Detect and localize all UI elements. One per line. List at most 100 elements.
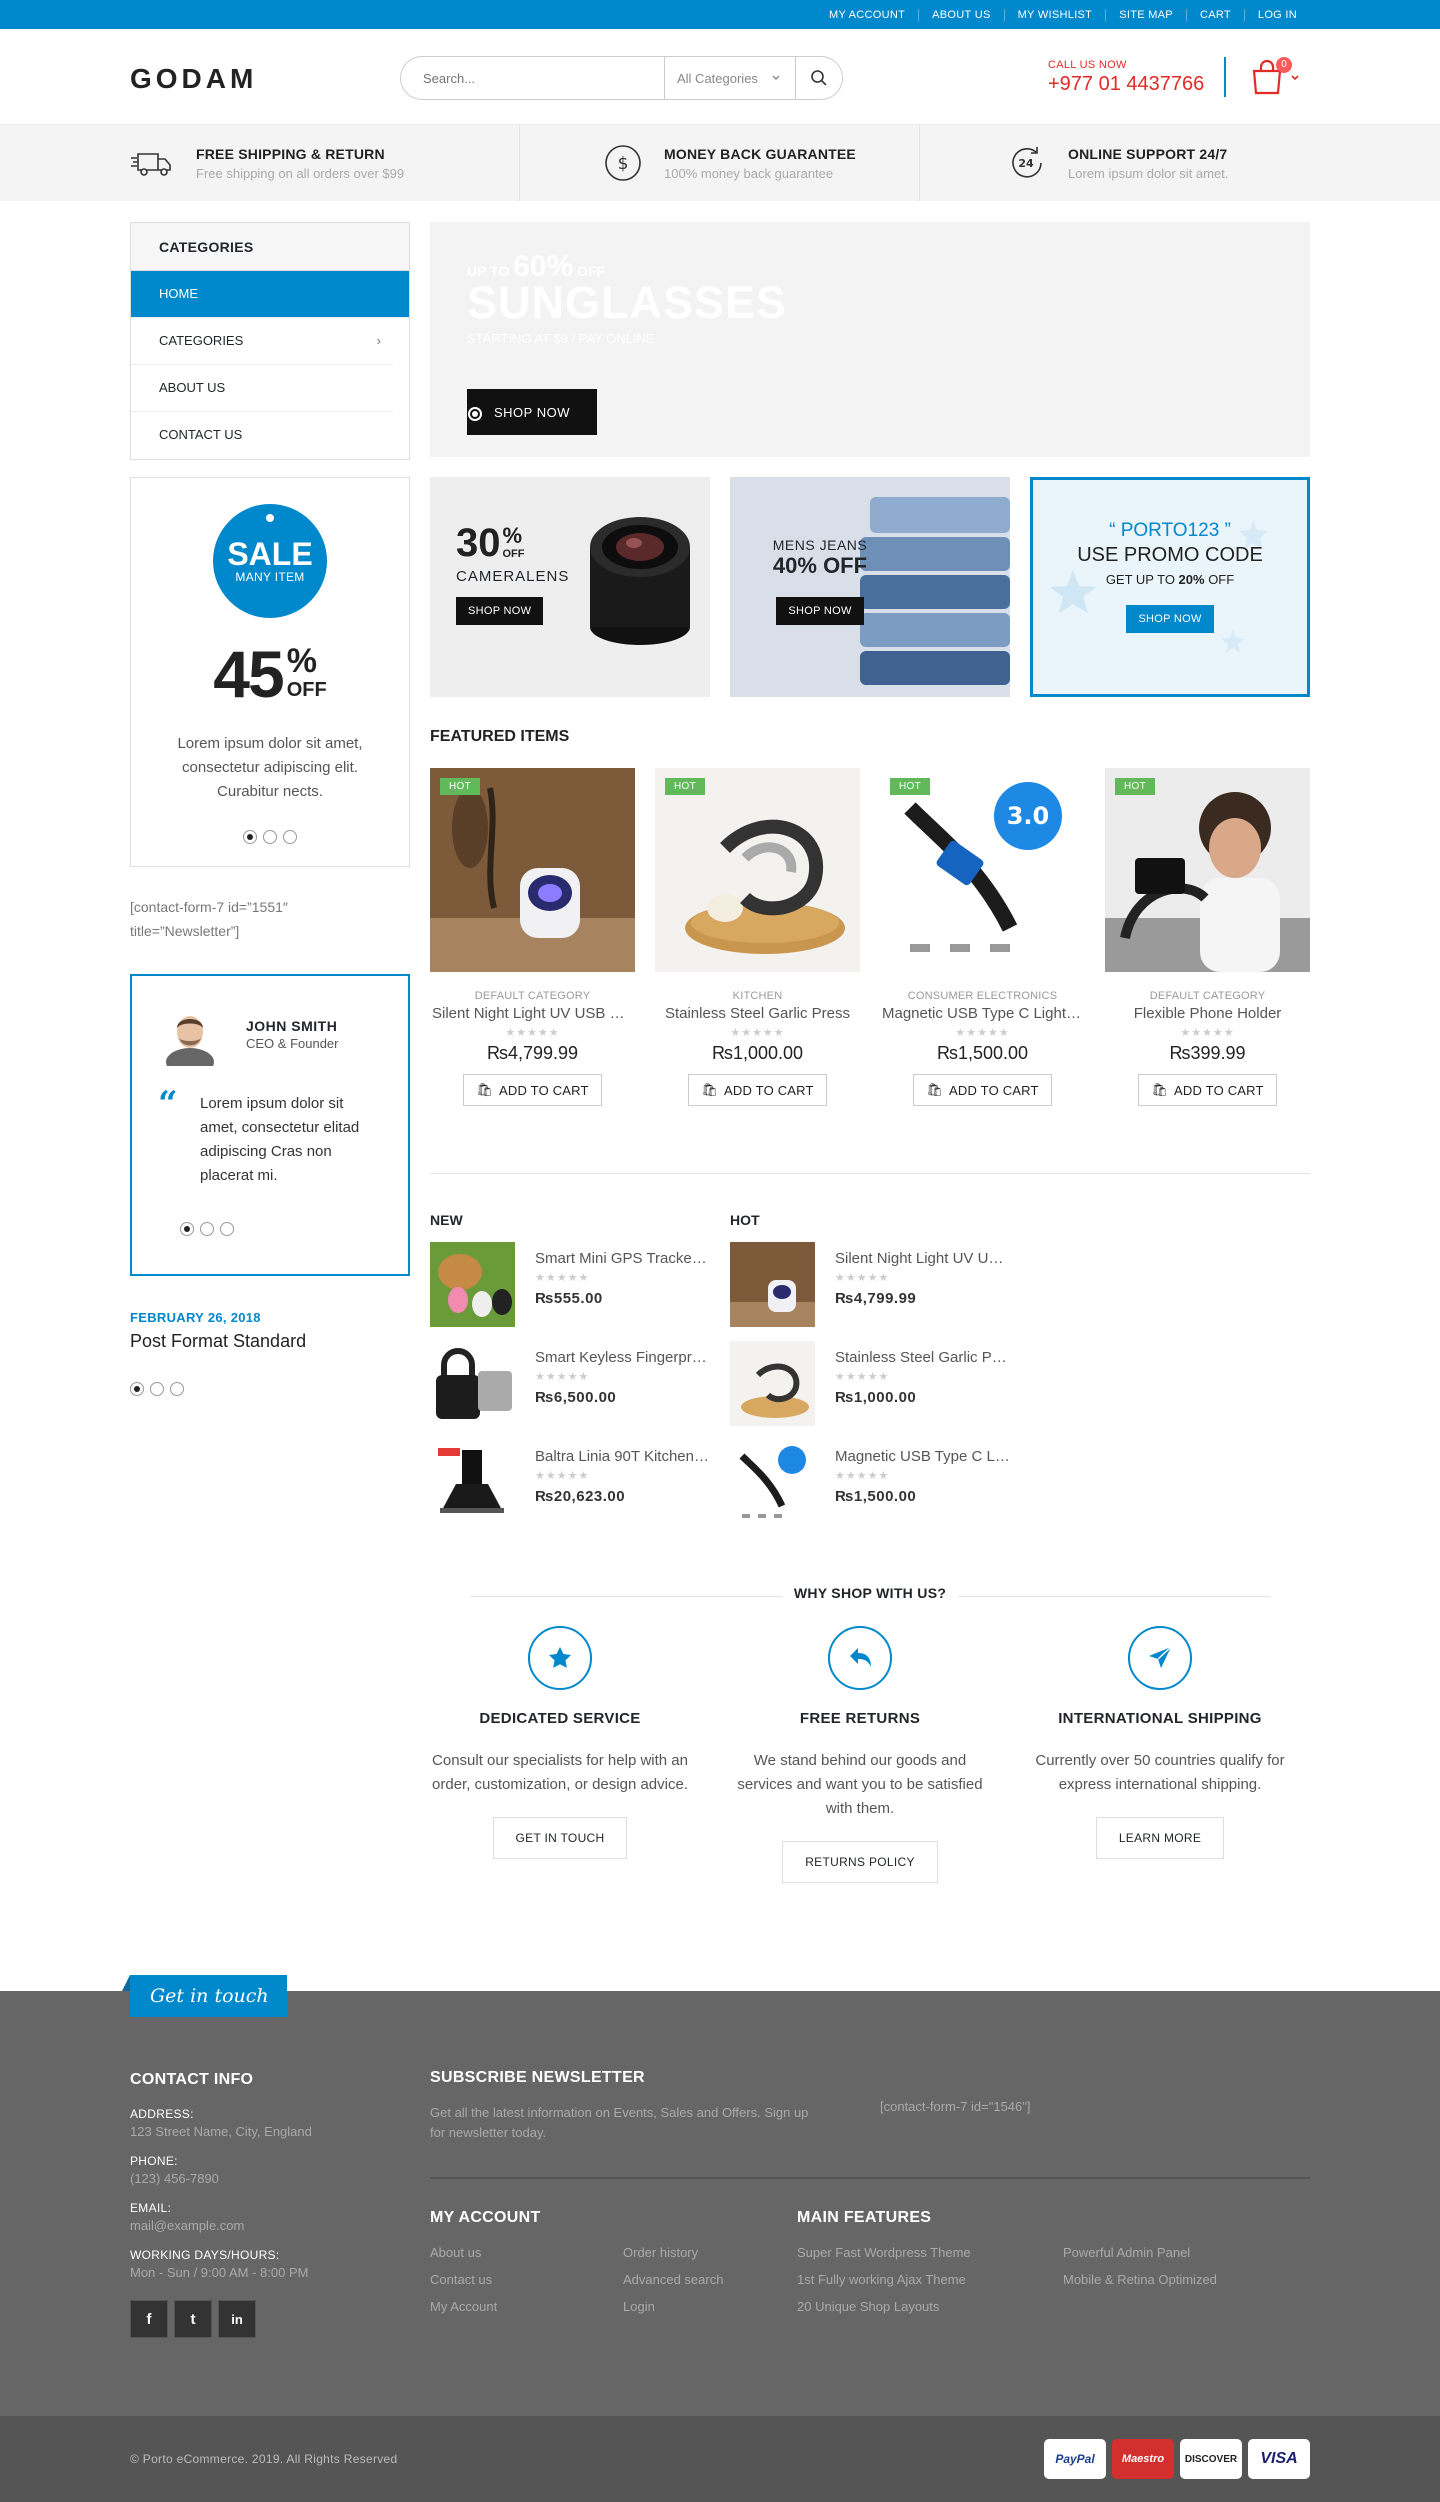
list-item[interactable]: Stainless Steel Garlic Press ★★★★★ ₨1,000.… [730, 1341, 1010, 1427]
get-in-touch-ribbon: Get in touch [122, 1975, 287, 2017]
product-name[interactable]: Stainless Steel Garlic Press [655, 1005, 860, 1022]
carousel-dot[interactable] [180, 1222, 194, 1236]
top-link-my-account[interactable]: MY ACCOUNT [816, 9, 918, 21]
footer-divider [430, 2177, 1310, 2179]
carousel-dot[interactable] [220, 1222, 234, 1236]
product-thumbnail[interactable] [730, 1341, 815, 1426]
banner-promo-code[interactable]: “ PORTO123 ” USE PROMO CODE GET UP TO 20… [1030, 477, 1310, 697]
product-thumbnail[interactable] [430, 1341, 515, 1426]
get-in-touch-button[interactable]: GET IN TOUCH [492, 1817, 628, 1859]
top-link-wishlist[interactable]: MY WISHLIST [1003, 8, 1106, 21]
category-item-home[interactable]: HOME [131, 271, 409, 318]
product-card[interactable]: HOT KITCHEN Stainless Steel Garlic Press… [655, 768, 860, 1106]
rating-stars: ★★★★★ [955, 1027, 1010, 1039]
add-to-cart-button[interactable]: 🛍 ADD TO CART [463, 1074, 602, 1106]
promo-shop-now-button[interactable]: SHOP NOW [1126, 605, 1214, 633]
product-category[interactable]: KITCHEN [655, 990, 860, 1002]
product-name[interactable]: Stainless Steel Garlic Press [835, 1349, 1010, 1366]
rating-stars: ★★★★★ [535, 1272, 590, 1284]
returns-policy-button[interactable]: RETURNS POLICY [782, 1841, 938, 1883]
product-image[interactable]: HOT [655, 768, 860, 972]
carousel-dot[interactable] [130, 1382, 144, 1396]
banner-camera-button[interactable]: SHOP NOW [456, 597, 544, 625]
product-category[interactable]: DEFAULT CATEGORY [1105, 990, 1310, 1002]
twitter-icon[interactable]: t [174, 2300, 212, 2338]
footer-link-order-history[interactable]: Order history [623, 2239, 723, 2266]
product-image[interactable]: HOT [1105, 768, 1310, 972]
top-link-cart[interactable]: CART [1185, 8, 1244, 21]
carousel-dot[interactable] [283, 830, 297, 844]
hero-slider[interactable]: UP TO 60% OFF SUNGLASSES STARTING AT $9 … [430, 222, 1310, 457]
carousel-dot[interactable] [263, 830, 277, 844]
carousel-dot[interactable] [150, 1382, 164, 1396]
top-link-site-map[interactable]: SITE MAP [1105, 8, 1186, 21]
footer-link-contact[interactable]: Contact us [430, 2266, 623, 2293]
top-link-about-us[interactable]: ABOUT US [918, 8, 1003, 21]
category-select[interactable]: All Categories [664, 57, 795, 99]
feature-link[interactable]: Mobile & Retina Optimized [1063, 2266, 1217, 2293]
banner-jeans-button[interactable]: SHOP NOW [776, 597, 864, 625]
product-thumbnail[interactable] [430, 1242, 515, 1327]
carousel-dot[interactable] [170, 1382, 184, 1396]
search-input[interactable] [401, 57, 664, 99]
product-name[interactable]: Silent Night Light UV US... [835, 1250, 1010, 1267]
list-item[interactable]: Smart Keyless Fingerprin... ★★★★★ ₨6,500.0… [430, 1341, 710, 1427]
product-category[interactable]: CONSUMER ELECTRONICS [880, 990, 1085, 1002]
list-item[interactable]: Silent Night Light UV US... ★★★★★ ₨4,799.9… [730, 1242, 1010, 1328]
add-to-cart-button[interactable]: 🛍 ADD TO CART [913, 1074, 1052, 1106]
feature-link[interactable]: 1st Fully working Ajax Theme [797, 2266, 1063, 2293]
post-title[interactable]: Post Format Standard [130, 1331, 306, 1352]
category-item-categories[interactable]: CATEGORIES › [131, 318, 393, 365]
banner-mens-jeans[interactable]: MENS JEANS 40% OFF SHOP NOW [730, 477, 1010, 697]
learn-more-button[interactable]: LEARN MORE [1095, 1817, 1225, 1859]
product-name[interactable]: Magnetic USB Type C Lightin... [880, 1005, 1085, 1022]
feature-link[interactable]: Powerful Admin Panel [1063, 2239, 1217, 2266]
list-item[interactable]: Baltra Linia 90T Kitchen ... ★★★★★ ₨20,623… [430, 1440, 710, 1526]
product-image[interactable]: HOT [430, 768, 635, 972]
product-card[interactable]: HOT DEFAULT CATEGORY Flexible Phone Hold… [1105, 768, 1310, 1106]
top-link-login[interactable]: LOG IN [1243, 8, 1310, 21]
product-card[interactable]: 3.0 HOT CONSUMER ELECTRONICS Magnetic US… [880, 768, 1085, 1106]
add-to-cart-button[interactable]: 🛍 ADD TO CART [688, 1074, 827, 1106]
product-thumbnail[interactable] [730, 1440, 815, 1525]
feature-link[interactable]: Super Fast Wordpress Theme [797, 2239, 1063, 2266]
product-thumbnail[interactable] [730, 1242, 815, 1327]
phone-value[interactable]: (123) 456-7890 [130, 2171, 390, 2186]
email-value[interactable]: mail@example.com [130, 2218, 390, 2233]
footer-link-about[interactable]: About us [430, 2239, 623, 2266]
feature-link[interactable]: 20 Unique Shop Layouts [797, 2293, 1063, 2320]
cart-button[interactable]: 0 [1250, 57, 1300, 97]
product-name[interactable]: Flexible Phone Holder [1105, 1005, 1310, 1022]
post-carousel-dots [130, 1382, 306, 1396]
footer-link-login[interactable]: Login [623, 2293, 723, 2320]
product-name[interactable]: Magnetic USB Type C Li... [835, 1448, 1010, 1465]
banner-cameralens[interactable]: 30% OFF CAMERALENS SHOP NOW [430, 477, 710, 697]
product-name[interactable]: Silent Night Light UV USB M... [430, 1005, 635, 1022]
kitchen-hood-image [430, 1440, 515, 1525]
why-col-title: DEDICATED SERVICE [479, 1710, 641, 1727]
category-item-contact[interactable]: CONTACT US [131, 412, 393, 459]
product-image[interactable]: 3.0 HOT [880, 768, 1085, 972]
list-item[interactable]: Smart Mini GPS Tracker ... ★★★★★ ₨555.00 [430, 1242, 710, 1328]
product-name[interactable]: Smart Mini GPS Tracker ... [535, 1250, 710, 1267]
category-item-about[interactable]: ABOUT US [131, 365, 393, 412]
product-name[interactable]: Smart Keyless Fingerprin... [535, 1349, 710, 1366]
add-to-cart-button[interactable]: 🛍 ADD TO CART [1138, 1074, 1277, 1106]
search-button[interactable] [795, 57, 842, 99]
linkedin-icon[interactable]: in [218, 2300, 256, 2338]
carousel-dot[interactable] [243, 830, 257, 844]
product-category[interactable]: DEFAULT CATEGORY [430, 990, 635, 1002]
carousel-dot[interactable] [200, 1222, 214, 1236]
logo[interactable]: GODAM [130, 63, 257, 95]
product-name[interactable]: Baltra Linia 90T Kitchen ... [535, 1448, 710, 1465]
list-item[interactable]: Magnetic USB Type C Li... ★★★★★ ₨1,500.00 [730, 1440, 1010, 1526]
product-thumbnail[interactable] [430, 1440, 515, 1525]
facebook-icon[interactable]: f [130, 2300, 168, 2338]
phone-number[interactable]: +977 01 4437766 [1048, 73, 1204, 96]
promo-line2a: GET UP TO [1105, 572, 1179, 587]
product-card[interactable]: HOT DEFAULT CATEGORY Silent Night Light … [430, 768, 635, 1106]
footer-link-my-account[interactable]: My Account [430, 2293, 623, 2320]
footer-link-advanced-search[interactable]: Advanced search [623, 2266, 723, 2293]
hero-shop-now-button[interactable]: SHOP NOW [467, 389, 597, 435]
testimonial-role: CEO & Founder [246, 1036, 339, 1051]
